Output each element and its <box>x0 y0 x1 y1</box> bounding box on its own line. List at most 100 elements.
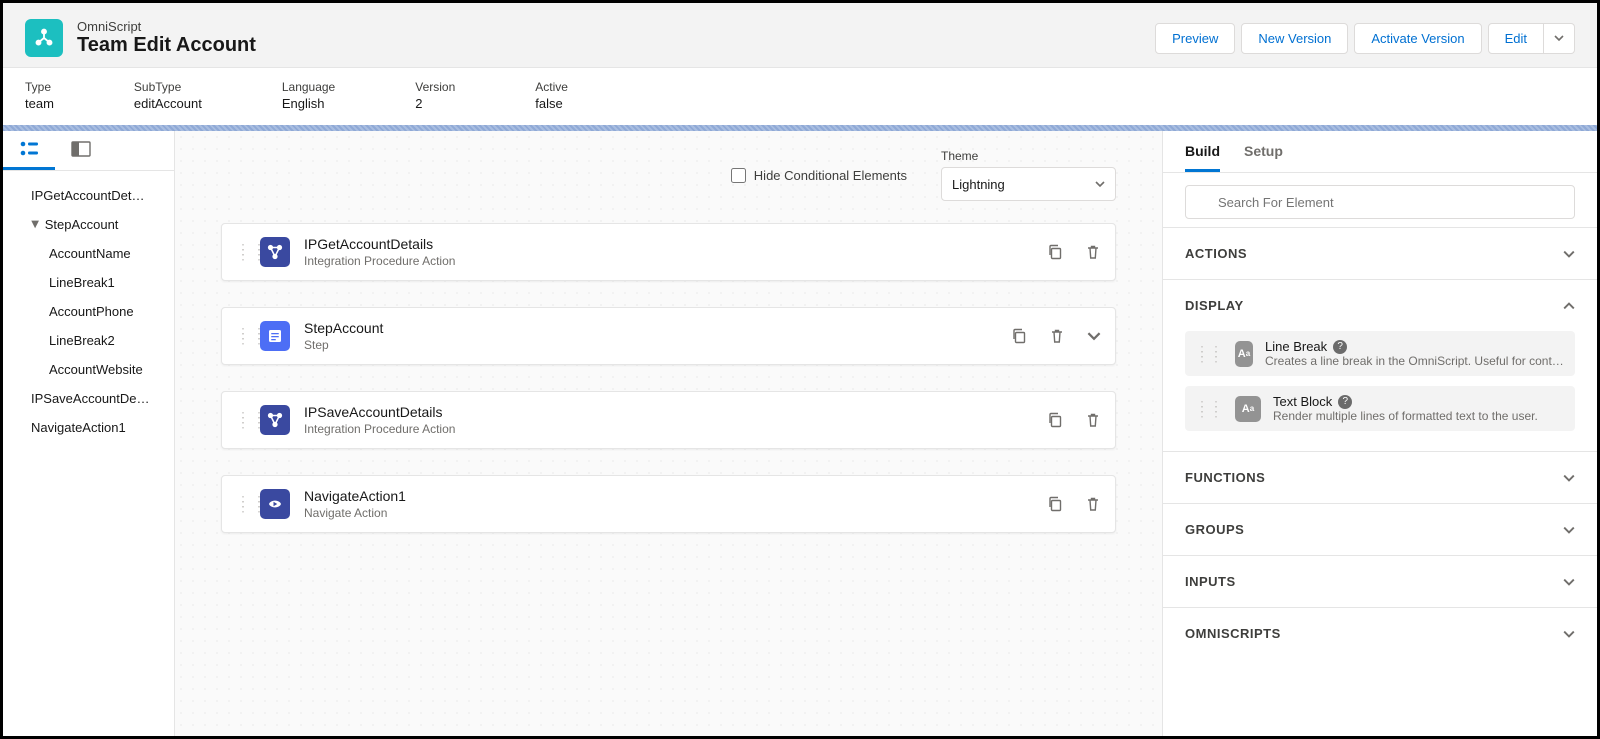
chevron-down-icon: ▶ <box>29 221 40 229</box>
card-subtitle: Navigate Action <box>304 506 1047 520</box>
palette-element[interactable]: ⋮⋮⋮⋮ Aa Line Break? Creates a line break… <box>1185 331 1575 376</box>
duplicate-icon[interactable] <box>1047 244 1063 260</box>
duplicate-icon[interactable] <box>1047 412 1063 428</box>
tree-item-linebreak2[interactable]: LineBreak2 <box>9 326 168 355</box>
page-header: OmniScript Team Edit Account Preview New… <box>3 3 1597 67</box>
meta-language-label: Language <box>282 80 335 94</box>
chevron-down-icon <box>1563 628 1575 640</box>
tab-build[interactable]: Build <box>1185 143 1220 172</box>
section-label: DISPLAY <box>1185 298 1244 313</box>
header-kicker: OmniScript <box>77 19 256 34</box>
layout-icon <box>71 141 91 157</box>
tree-item-label: StepAccount <box>45 217 119 232</box>
tab-layout[interactable] <box>55 131 107 170</box>
delete-icon[interactable] <box>1085 496 1101 512</box>
tree-item-accountphone[interactable]: AccountPhone <box>9 297 168 326</box>
meta-subtype-value: editAccount <box>134 96 202 111</box>
hide-conditional-toggle[interactable]: Hide Conditional Elements <box>731 168 907 183</box>
section-actions[interactable]: ACTIONS <box>1163 228 1597 279</box>
section-label: INPUTS <box>1185 574 1236 589</box>
meta-type: Type team <box>25 80 54 111</box>
palette-element-title: Line Break <box>1265 339 1327 354</box>
card-subtitle: Integration Procedure Action <box>304 422 1047 436</box>
design-canvas: Hide Conditional Elements Theme Lightnin… <box>175 131 1162 736</box>
meta-version-value: 2 <box>415 96 455 111</box>
drag-handle-icon[interactable]: ⋮⋮⋮⋮ <box>236 499 250 509</box>
omniscript-app-icon <box>25 19 63 57</box>
duplicate-icon[interactable] <box>1047 496 1063 512</box>
element-search-input[interactable] <box>1185 185 1575 219</box>
drag-handle-icon[interactable]: ⋮⋮⋮⋮ <box>236 247 250 257</box>
delete-icon[interactable] <box>1085 244 1101 260</box>
section-label: OMNISCRIPTS <box>1185 626 1281 641</box>
header-left: OmniScript Team Edit Account <box>25 19 256 57</box>
element-type-icon <box>260 489 290 519</box>
meta-subtype: SubType editAccount <box>134 80 202 111</box>
meta-active: Active false <box>535 80 568 111</box>
tab-setup[interactable]: Setup <box>1244 143 1283 172</box>
card-title: NavigateAction1 <box>304 488 1047 504</box>
tree-item-navigate[interactable]: NavigateAction1 <box>9 413 168 442</box>
drag-handle-icon[interactable]: ⋮⋮⋮⋮ <box>236 331 250 341</box>
drag-handle-icon[interactable]: ⋮⋮⋮⋮ <box>1195 349 1223 359</box>
help-icon[interactable]: ? <box>1333 340 1347 354</box>
tree-item-accountname[interactable]: AccountName <box>9 239 168 268</box>
section-groups[interactable]: GROUPS <box>1163 504 1597 555</box>
element-tree: IPGetAccountDet… ▶ StepAccount AccountNa… <box>3 171 174 442</box>
tree-icon <box>19 141 39 157</box>
element-type-icon <box>260 237 290 267</box>
tree-item-linebreak1[interactable]: LineBreak1 <box>9 268 168 297</box>
element-type-icon <box>260 405 290 435</box>
element-type-icon <box>260 321 290 351</box>
meta-version: Version 2 <box>415 80 455 111</box>
tree-item-stepaccount[interactable]: ▶ StepAccount <box>9 210 168 239</box>
chevron-down-icon <box>1563 472 1575 484</box>
hide-conditional-checkbox[interactable] <box>731 168 746 183</box>
section-label: ACTIONS <box>1185 246 1247 261</box>
tree-item-accountwebsite[interactable]: AccountWebsite <box>9 355 168 384</box>
delete-icon[interactable] <box>1049 328 1065 344</box>
card-subtitle: Step <box>304 338 1011 352</box>
chevron-down-icon <box>1563 576 1575 588</box>
meta-type-label: Type <box>25 80 54 94</box>
tree-item-ipget[interactable]: IPGetAccountDet… <box>9 181 168 210</box>
expand-icon[interactable] <box>1087 329 1101 343</box>
drag-handle-icon[interactable]: ⋮⋮⋮⋮ <box>1195 404 1223 414</box>
meta-language: Language English <box>282 80 335 111</box>
edit-button[interactable]: Edit <box>1488 23 1544 54</box>
meta-type-value: team <box>25 96 54 111</box>
chevron-up-icon <box>1563 300 1575 312</box>
tree-item-ipsave[interactable]: IPSaveAccountDe… <box>9 384 168 413</box>
hide-conditional-label: Hide Conditional Elements <box>754 168 907 183</box>
delete-icon[interactable] <box>1085 412 1101 428</box>
record-meta: Type team SubType editAccount Language E… <box>3 67 1597 125</box>
canvas-element-card[interactable]: ⋮⋮⋮⋮ IPSaveAccountDetails Integration Pr… <box>221 391 1116 449</box>
meta-version-label: Version <box>415 80 455 94</box>
tab-tree[interactable] <box>3 131 55 170</box>
section-functions[interactable]: FUNCTIONS <box>1163 452 1597 503</box>
drag-handle-icon[interactable]: ⋮⋮⋮⋮ <box>236 415 250 425</box>
duplicate-icon[interactable] <box>1011 328 1027 344</box>
header-actions: Preview New Version Activate Version Edi… <box>1149 23 1575 54</box>
help-icon[interactable]: ? <box>1338 395 1352 409</box>
canvas-element-card[interactable]: ⋮⋮⋮⋮ NavigateAction1 Navigate Action <box>221 475 1116 533</box>
canvas-element-card[interactable]: ⋮⋮⋮⋮ IPGetAccountDetails Integration Pro… <box>221 223 1116 281</box>
theme-select[interactable]: Lightning <box>941 167 1116 201</box>
preview-button[interactable]: Preview <box>1155 23 1235 54</box>
theme-label: Theme <box>941 149 1116 163</box>
structure-sidebar: IPGetAccountDet… ▶ StepAccount AccountNa… <box>3 131 175 736</box>
section-display[interactable]: DISPLAY <box>1163 280 1597 331</box>
theme-value: Lightning <box>952 177 1005 192</box>
card-title: IPSaveAccountDetails <box>304 404 1047 420</box>
new-version-button[interactable]: New Version <box>1241 23 1348 54</box>
meta-subtype-label: SubType <box>134 80 202 94</box>
palette-element[interactable]: ⋮⋮⋮⋮ Aa Text Block? Render multiple line… <box>1185 386 1575 431</box>
section-omniscripts[interactable]: OMNISCRIPTS <box>1163 608 1597 659</box>
edit-more-button[interactable] <box>1544 23 1575 54</box>
properties-panel: Build Setup ACTIONS DISPLAY <box>1162 131 1597 736</box>
section-label: FUNCTIONS <box>1185 470 1265 485</box>
activate-version-button[interactable]: Activate Version <box>1354 23 1481 54</box>
section-inputs[interactable]: INPUTS <box>1163 556 1597 607</box>
palette-element-desc: Creates a line break in the OmniScript. … <box>1265 354 1565 368</box>
canvas-element-card[interactable]: ⋮⋮⋮⋮ StepAccount Step <box>221 307 1116 365</box>
